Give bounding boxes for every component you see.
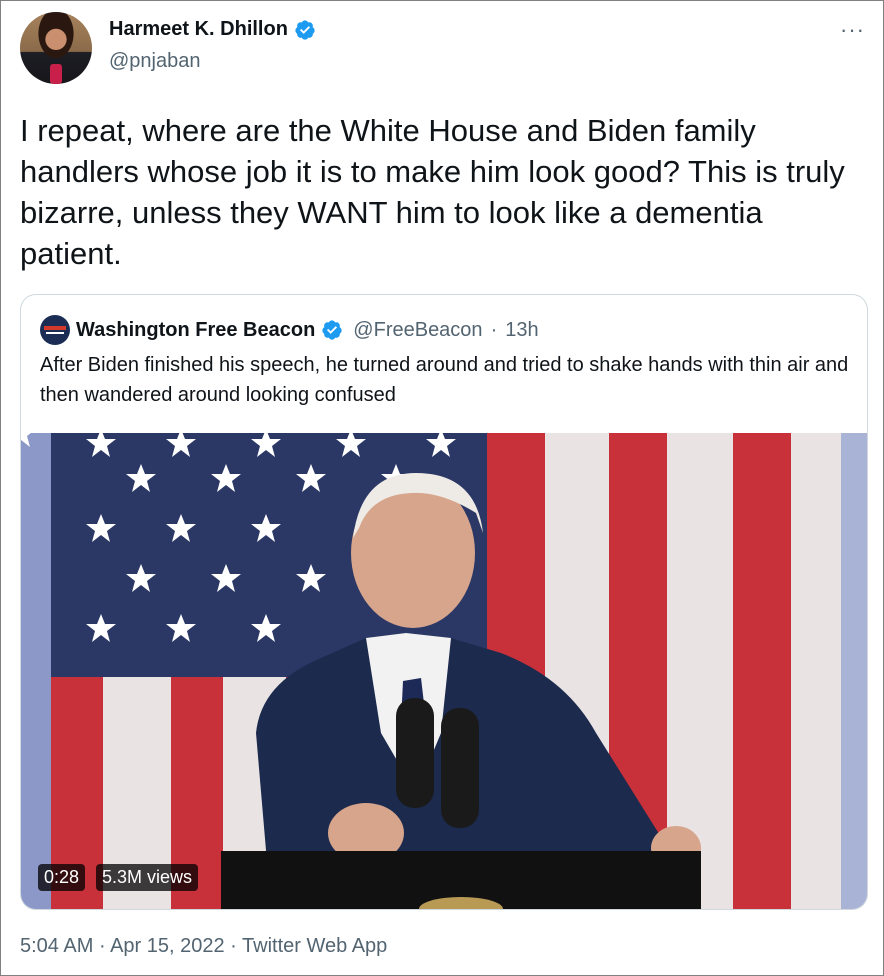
meta-separator: · bbox=[98, 935, 106, 957]
quoted-time: 13h bbox=[505, 318, 539, 341]
video-duration-badge: 0:28 bbox=[38, 864, 86, 891]
more-icon[interactable]: ··· bbox=[840, 17, 865, 43]
tweet-time[interactable]: 5:04 AM bbox=[20, 935, 93, 957]
avatar-shirt bbox=[50, 64, 62, 84]
tweet-meta: 5:04 AM · Apr 15, 2022 · Twitter Web App bbox=[20, 935, 387, 958]
author-name-row: Harmeet K. Dhillon bbox=[109, 18, 316, 41]
tweet-card: Harmeet K. Dhillon @pnjaban ··· I repeat… bbox=[0, 0, 884, 976]
quoted-tweet[interactable]: Washington Free Beacon @FreeBeacon · 13h… bbox=[20, 294, 868, 910]
video-frame bbox=[21, 433, 867, 909]
author-name[interactable]: Harmeet K. Dhillon bbox=[109, 18, 288, 41]
quoted-author-handle: @FreeBeacon bbox=[353, 318, 483, 341]
tweet-text: I repeat, where are the White House and … bbox=[20, 113, 845, 271]
tweet-source[interactable]: Twitter Web App bbox=[242, 935, 387, 957]
quoted-text: After Biden finished his speech, he turn… bbox=[40, 354, 849, 406]
quoted-separator: · bbox=[490, 318, 498, 341]
quoted-header: Washington Free Beacon @FreeBeacon · 13h bbox=[40, 315, 539, 345]
author-handle[interactable]: @pnjaban bbox=[109, 50, 200, 73]
video-player[interactable]: 0:28 5.3M views bbox=[21, 433, 867, 909]
video-views-badge: 5.3M views bbox=[96, 864, 199, 891]
verified-icon bbox=[322, 320, 342, 340]
author-avatar[interactable] bbox=[20, 12, 92, 84]
tweet-date[interactable]: Apr 15, 2022 bbox=[110, 935, 225, 957]
meta-separator: · bbox=[230, 935, 237, 957]
quoted-avatar bbox=[40, 315, 70, 345]
verified-icon bbox=[295, 19, 315, 40]
quoted-author-name: Washington Free Beacon bbox=[76, 318, 316, 341]
